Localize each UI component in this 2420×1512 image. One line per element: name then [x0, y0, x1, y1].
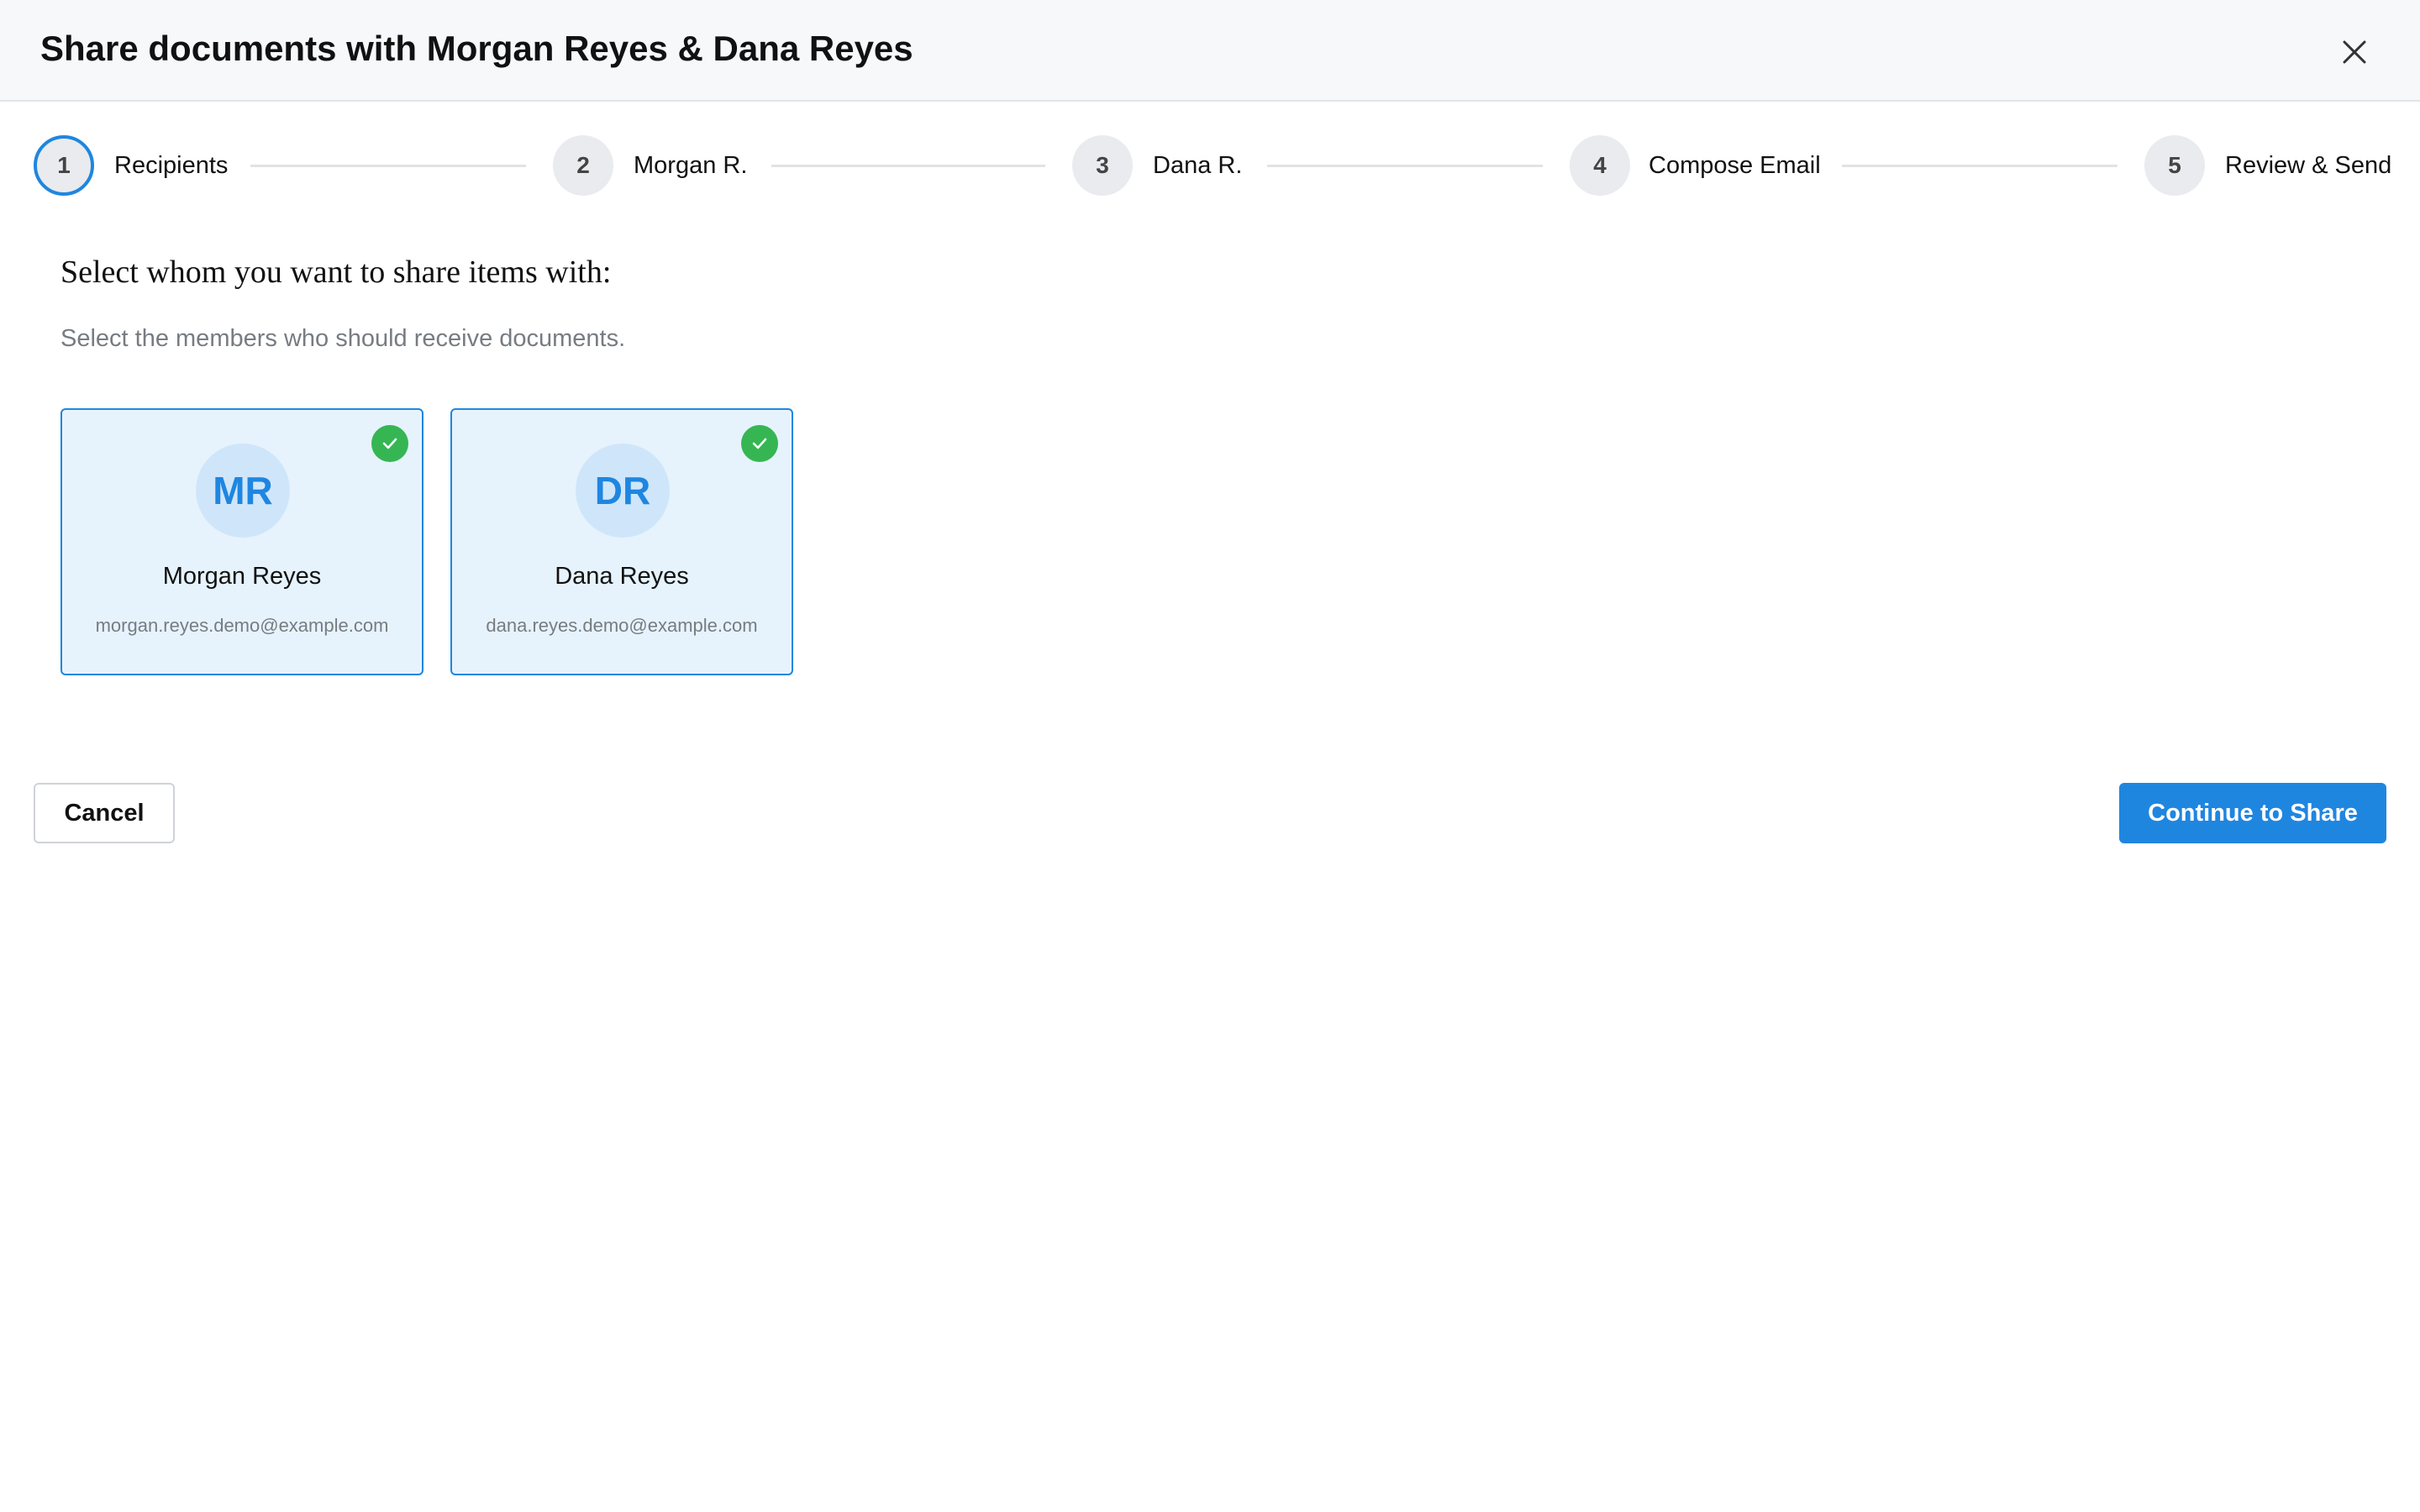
- dialog-header: Share documents with Morgan Reyes & Dana…: [0, 0, 2420, 102]
- section-heading: Select whom you want to share items with…: [60, 255, 612, 290]
- step-3-label[interactable]: Dana R.: [1153, 149, 1242, 182]
- step-connector: [771, 165, 1045, 167]
- step-1-label[interactable]: Recipients: [114, 149, 228, 182]
- cancel-button[interactable]: Cancel: [34, 783, 175, 843]
- step-4-label[interactable]: Compose Email: [1649, 149, 1821, 182]
- recipient-email: dana.reyes.demo@example.com: [486, 615, 758, 636]
- step-connector: [1267, 165, 1543, 167]
- close-button[interactable]: [2331, 29, 2378, 76]
- recipient-email: morgan.reyes.demo@example.com: [95, 615, 389, 636]
- close-icon: [2343, 40, 2366, 64]
- dialog-title: Share documents with Morgan Reyes & Dana…: [40, 29, 913, 68]
- wizard-stepper: 1 Recipients 2 Morgan R. 3 Dana R. 4 Com…: [0, 102, 2420, 228]
- recipient-card-dana-reyes[interactable]: DR Dana Reyes dana.reyes.demo@example.co…: [450, 408, 793, 675]
- step-1-indicator[interactable]: 1: [34, 135, 94, 196]
- step-4-indicator[interactable]: 4: [1570, 135, 1630, 196]
- step-connector: [1842, 165, 2118, 167]
- avatar: DR: [576, 444, 670, 538]
- step-5-indicator[interactable]: 5: [2144, 135, 2205, 196]
- continue-to-share-button[interactable]: Continue to Share: [2119, 783, 2386, 843]
- step-connector: [250, 165, 526, 167]
- recipient-name: Morgan Reyes: [162, 563, 322, 590]
- step-2-indicator[interactable]: 2: [553, 135, 613, 196]
- step-2-label[interactable]: Morgan R.: [634, 149, 747, 182]
- recipient-name: Dana Reyes: [555, 563, 689, 590]
- section-description: Select the members who should receive do…: [60, 325, 626, 352]
- recipient-card-morgan-reyes[interactable]: MR Morgan Reyes morgan.reyes.demo@exampl…: [60, 408, 424, 675]
- selected-check-icon: [371, 425, 408, 462]
- avatar: MR: [196, 444, 290, 538]
- step-5-label[interactable]: Review & Send: [2225, 149, 2391, 182]
- selected-check-icon: [741, 425, 778, 462]
- step-3-indicator[interactable]: 3: [1072, 135, 1133, 196]
